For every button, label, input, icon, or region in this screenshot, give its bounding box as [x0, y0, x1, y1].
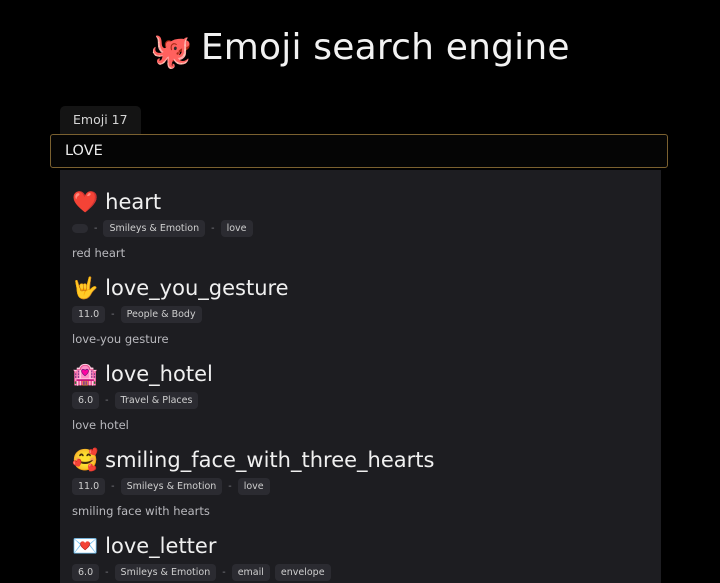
version-badge — [72, 224, 88, 233]
result-name: love_hotel — [105, 362, 213, 386]
smiling-face-with-hearts-emoji: 🥰 — [72, 448, 99, 472]
red-heart-emoji: ❤️ — [72, 190, 99, 214]
result-meta: 11.0- Smileys & Emotion - love — [72, 478, 649, 495]
tab-emoji[interactable]: Emoji 17 — [60, 106, 141, 135]
tab-strip: Emoji 17 — [60, 106, 141, 135]
meta-separator: - — [111, 481, 115, 492]
results-list: ❤️ heart - Smileys & Emotion - love red heart 🤟… — [60, 170, 661, 583]
result-name: love_letter — [105, 534, 217, 558]
results-panel[interactable]: ❤️ heart - Smileys & Emotion - love red heart 🤟… — [60, 170, 661, 583]
keyword-badge: love — [220, 220, 253, 237]
group-badge: Smileys & Emotion — [114, 564, 217, 581]
love-hotel-emoji: 🏩 — [72, 362, 99, 386]
result-description: red heart — [72, 246, 126, 260]
meta-separator: - — [94, 223, 98, 234]
result-name: smiling_face_with_three_hearts — [105, 448, 435, 472]
meta-separator: - — [211, 223, 215, 234]
love-you-gesture-emoji: 🤟 — [72, 276, 99, 300]
page-title: 🐙 Emoji search engine — [0, 26, 720, 73]
result-meta: 6.0- Travel & Places — [72, 392, 649, 409]
group-badge: People & Body — [120, 306, 202, 323]
result-row[interactable]: 🤟 love_you_gesture 11.0- People & Body love-… — [60, 270, 661, 356]
result-name: heart — [105, 190, 162, 214]
page-title-text: Emoji search engine — [200, 27, 570, 68]
search-bar — [50, 134, 668, 168]
group-badge: Smileys & Emotion — [120, 478, 223, 495]
result-header: 🥰 smiling_face_with_three_hearts — [72, 447, 649, 473]
meta-separator: - — [222, 567, 226, 578]
meta-separator: - — [111, 309, 115, 320]
octopus-icon: 🐙 — [150, 31, 193, 71]
version-badge: 11.0 — [72, 306, 106, 323]
meta-separator: - — [105, 395, 109, 406]
result-meta: 6.0- Smileys & Emotion - email envelope — [72, 564, 649, 581]
meta-separator: - — [105, 567, 109, 578]
search-input[interactable] — [50, 134, 668, 168]
version-badge: 11.0 — [72, 478, 106, 495]
result-header: ❤️ heart — [72, 189, 649, 215]
version-badge: 6.0 — [72, 564, 100, 581]
group-badge: Travel & Places — [114, 392, 199, 409]
result-description: love-you gesture — [72, 332, 169, 346]
meta-separator: - — [228, 481, 232, 492]
group-badge: Smileys & Emotion — [103, 220, 206, 237]
result-name: love_you_gesture — [105, 276, 289, 300]
keyword-badge: love — [237, 478, 270, 495]
app-root: 🐙Emoji search engine Emoji 17 ❤️heart-Sm… — [0, 0, 720, 583]
result-header: 🏩 love_hotel — [72, 361, 649, 387]
result-description: love hotel — [72, 418, 129, 432]
result-description: smiling face with hearts — [72, 504, 210, 518]
result-header: 🤟 love_you_gesture — [72, 275, 649, 301]
result-meta: 11.0- People & Body — [72, 306, 649, 323]
keyword-badge: envelope — [274, 564, 331, 581]
love-letter-emoji: 💌 — [72, 534, 99, 558]
page-header: 🐙 Emoji search engine — [0, 0, 720, 73]
result-meta: - Smileys & Emotion - love — [72, 220, 649, 237]
result-header: 💌 love_letter — [72, 533, 649, 559]
result-row[interactable]: 🏩 love_hotel 6.0- Travel & Places love hotel — [60, 356, 661, 442]
result-row[interactable]: 🥰 smiling_face_with_three_hearts 11.0- Smil… — [60, 442, 661, 528]
version-badge: 6.0 — [72, 392, 100, 409]
result-row[interactable]: 💌 love_letter 6.0- Smileys & Emotion - email e… — [60, 528, 661, 583]
keyword-badge: email — [231, 564, 270, 581]
result-row[interactable]: ❤️ heart - Smileys & Emotion - love red heart — [60, 184, 661, 270]
